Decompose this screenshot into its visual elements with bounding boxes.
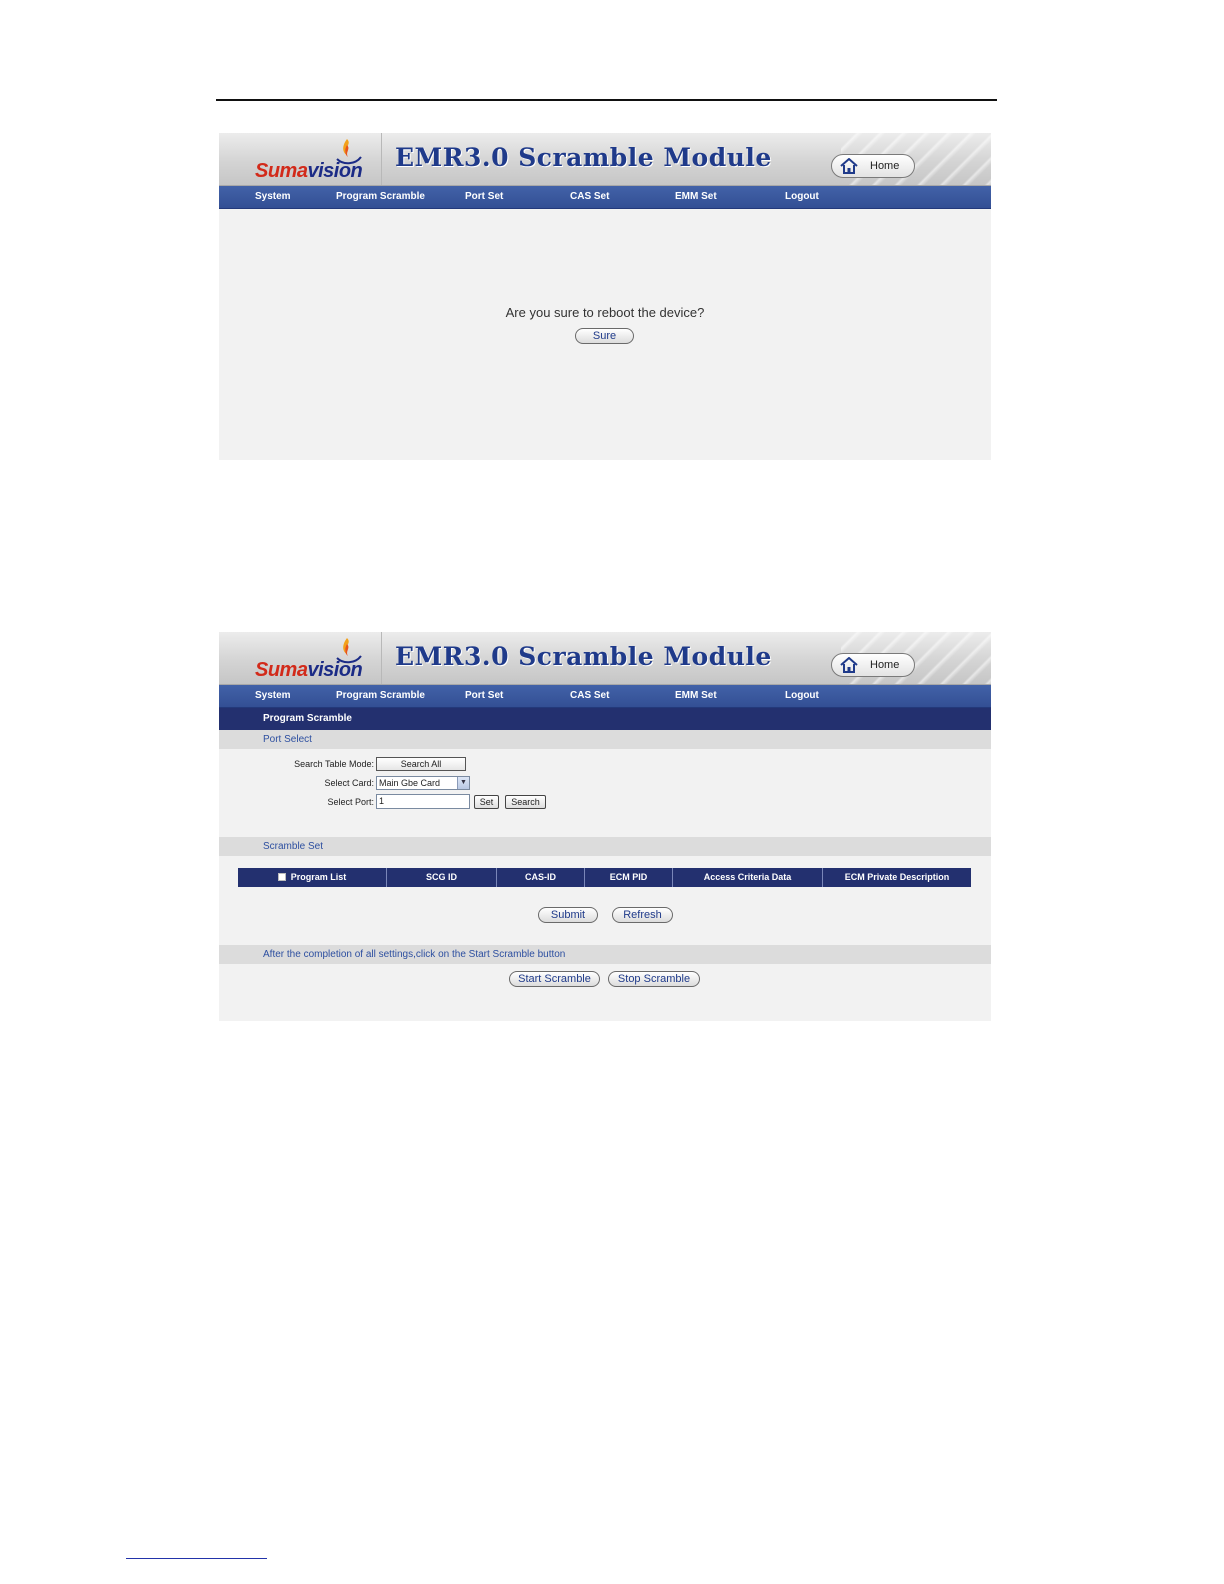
nav-logout[interactable]: Logout xyxy=(785,690,819,701)
submit-button[interactable]: Submit xyxy=(538,907,598,923)
column-program-list: Program List xyxy=(238,868,387,887)
nav-logout[interactable]: Logout xyxy=(785,191,819,202)
start-scramble-button[interactable]: Start Scramble xyxy=(509,971,600,987)
home-label: Home xyxy=(870,659,900,671)
chevron-down-icon: ▼ xyxy=(457,777,469,789)
column-ecm-private-description: ECM Private Description xyxy=(844,872,950,882)
select-card-dropdown[interactable]: Main Gbe Card ▼ xyxy=(376,776,470,790)
select-card-value: Main Gbe Card xyxy=(379,778,441,788)
page-top-rule xyxy=(216,99,997,101)
nav-program-scramble[interactable]: Program Scramble xyxy=(336,191,425,202)
logo-text-vision: vision xyxy=(307,659,363,681)
nav-port-set[interactable]: Port Set xyxy=(465,690,503,701)
main-nav: System Program Scramble Port Set CAS Set… xyxy=(219,685,991,708)
select-port-row: Select Port: 1 Set Search xyxy=(226,794,546,809)
sumavision-logo: Sumavision xyxy=(255,137,367,183)
logo-text-vision: vision xyxy=(307,160,363,182)
search-port-button[interactable]: Search xyxy=(505,794,546,809)
column-program-list-label: Program List xyxy=(290,872,347,882)
banner-divider xyxy=(381,133,382,185)
page-title: Program Scramble xyxy=(219,708,991,730)
column-scg-id: SCG ID xyxy=(387,868,497,887)
home-icon xyxy=(840,657,858,673)
footnote-rule xyxy=(126,1558,267,1559)
nav-program-scramble[interactable]: Program Scramble xyxy=(336,690,425,701)
select-card-row: Select Card: Main Gbe Card ▼ xyxy=(226,776,470,790)
program-table-header: Program List SCG ID CAS-ID ECM PID Acces… xyxy=(238,868,971,887)
refresh-button[interactable]: Refresh xyxy=(612,907,673,923)
program-scramble-screenshot: Sumavision EMR3.0 Scramble Module Home S… xyxy=(219,632,991,1021)
nav-emm-set[interactable]: EMM Set xyxy=(675,690,717,701)
nav-emm-set[interactable]: EMM Set xyxy=(675,191,717,202)
header-banner: Sumavision EMR3.0 Scramble Module Home xyxy=(219,133,991,186)
reboot-screenshot: Sumavision EMR3.0 Scramble Module Home S… xyxy=(219,133,991,460)
nav-system[interactable]: System xyxy=(255,191,291,202)
nav-cas-set[interactable]: CAS Set xyxy=(570,690,609,701)
search-table-mode-row: Search Table Mode: Search All xyxy=(226,757,466,771)
app-title: EMR3.0 Scramble Module xyxy=(395,143,772,172)
home-button[interactable]: Home xyxy=(831,653,915,677)
select-all-checkbox[interactable] xyxy=(277,872,286,881)
app-title: EMR3.0 Scramble Module xyxy=(395,642,772,671)
nav-cas-set[interactable]: CAS Set xyxy=(570,191,609,202)
set-port-button[interactable]: Set xyxy=(474,794,499,809)
column-cas-id: CAS-ID xyxy=(497,868,585,887)
column-access-criteria-data: Access Criteria Data xyxy=(673,868,823,887)
sumavision-logo: Sumavision xyxy=(255,636,367,682)
home-icon xyxy=(840,158,858,174)
home-button[interactable]: Home xyxy=(831,154,915,178)
search-table-mode-label: Search Table Mode: xyxy=(294,759,374,769)
port-select-header: Port Select xyxy=(219,730,991,749)
nav-system[interactable]: System xyxy=(255,690,291,701)
header-banner: Sumavision EMR3.0 Scramble Module Home xyxy=(219,632,991,685)
logo-text-suma: Suma xyxy=(255,160,308,182)
logo-text-suma: Suma xyxy=(255,659,308,681)
banner-divider xyxy=(381,632,382,684)
select-card-label: Select Card: xyxy=(324,778,374,788)
scramble-set-header: Scramble Set xyxy=(219,837,991,856)
main-nav: System Program Scramble Port Set CAS Set… xyxy=(219,186,991,209)
home-label: Home xyxy=(870,160,900,172)
stop-scramble-button[interactable]: Stop Scramble xyxy=(608,971,700,987)
reboot-confirm-message: Are you sure to reboot the device? xyxy=(505,305,705,320)
column-ecm-pid: ECM PID xyxy=(585,868,673,887)
search-table-mode-button[interactable]: Search All xyxy=(376,757,466,771)
nav-port-set[interactable]: Port Set xyxy=(465,191,503,202)
sure-button[interactable]: Sure xyxy=(575,328,634,344)
select-port-input[interactable]: 1 xyxy=(376,794,470,809)
completion-note: After the completion of all settings,cli… xyxy=(219,945,991,964)
select-port-label: Select Port: xyxy=(327,796,374,807)
